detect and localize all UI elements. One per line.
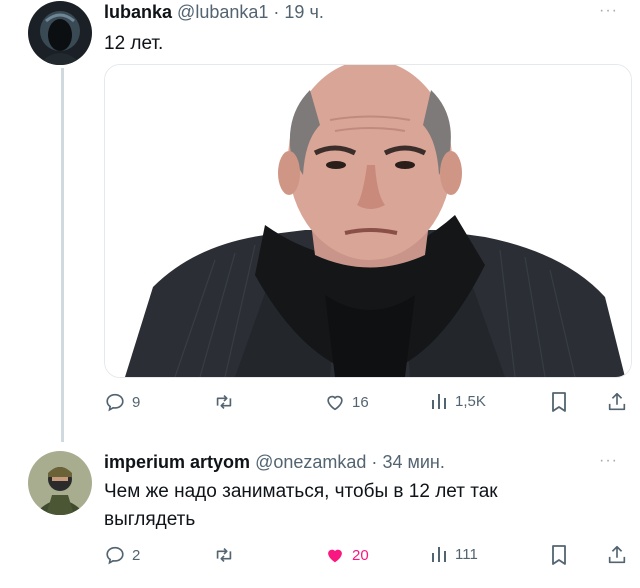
- retweet-icon: [216, 547, 232, 563]
- more-dots-icon[interactable]: ···: [599, 2, 618, 20]
- tweet-text: 12 лет.: [104, 33, 164, 54]
- tweet-photo[interactable]: [104, 64, 632, 378]
- separator: ·: [371, 452, 378, 472]
- handle[interactable]: @lubanka1: [177, 2, 268, 22]
- tweet-actions: 9 16 1,5K: [104, 391, 630, 417]
- views-chart-icon: [432, 394, 446, 409]
- retweet-button[interactable]: [212, 544, 242, 566]
- bookmark-icon: [552, 545, 566, 565]
- bookmark-button[interactable]: [549, 544, 569, 566]
- heart-icon: [327, 395, 343, 411]
- views-button[interactable]: 1,5K: [429, 391, 486, 411]
- bookmark-icon: [552, 392, 566, 412]
- like-count: 16: [352, 393, 369, 411]
- tweet-lubanka[interactable]: lubanka @lubanka1 · 19 ч. ··· 12 лет. 9 …: [0, 0, 640, 440]
- avatar[interactable]: [28, 1, 92, 65]
- share-button[interactable]: [606, 544, 628, 566]
- share-icon: [608, 545, 626, 564]
- reply-count: 2: [132, 546, 141, 564]
- share-icon: [608, 392, 626, 411]
- like-button[interactable]: 16: [324, 391, 369, 413]
- reply-icon: [106, 393, 124, 412]
- timestamp[interactable]: 19 ч.: [284, 2, 323, 22]
- tweet-text: Чем же надо заниматься, чтобы в 12 лет т…: [104, 481, 498, 530]
- separator: ·: [273, 2, 280, 22]
- tweet-actions: 2 20 111: [104, 544, 630, 570]
- views-button[interactable]: 111: [429, 544, 478, 564]
- handle[interactable]: @onezamkad: [255, 452, 366, 472]
- tweet-header: lubanka @lubanka1 · 19 ч.: [104, 2, 324, 23]
- avatar[interactable]: [28, 451, 92, 515]
- bookmark-button[interactable]: [549, 391, 569, 413]
- views-count: 1,5K: [455, 392, 486, 410]
- reply-count: 9: [132, 393, 141, 411]
- like-button[interactable]: 20: [324, 544, 369, 566]
- heart-filled-icon: [328, 549, 342, 563]
- display-name[interactable]: lubanka: [104, 2, 172, 22]
- more-dots-icon[interactable]: ···: [599, 452, 618, 470]
- tweet-header: imperium artyom @onezamkad · 34 мин.: [104, 452, 445, 473]
- like-count: 20: [352, 546, 369, 564]
- tweet-imperium-artyom[interactable]: imperium artyom @onezamkad · 34 мин. ···…: [0, 440, 640, 588]
- retweet-icon: [216, 394, 232, 410]
- retweet-button[interactable]: [212, 391, 242, 413]
- display-name[interactable]: imperium artyom: [104, 452, 250, 472]
- timestamp[interactable]: 34 мин.: [382, 452, 444, 472]
- views-count: 111: [455, 545, 478, 563]
- reply-icon: [106, 546, 124, 565]
- reply-button[interactable]: 9: [104, 391, 140, 413]
- share-button[interactable]: [606, 391, 628, 413]
- reply-button[interactable]: 2: [104, 544, 140, 566]
- views-chart-icon: [432, 547, 446, 562]
